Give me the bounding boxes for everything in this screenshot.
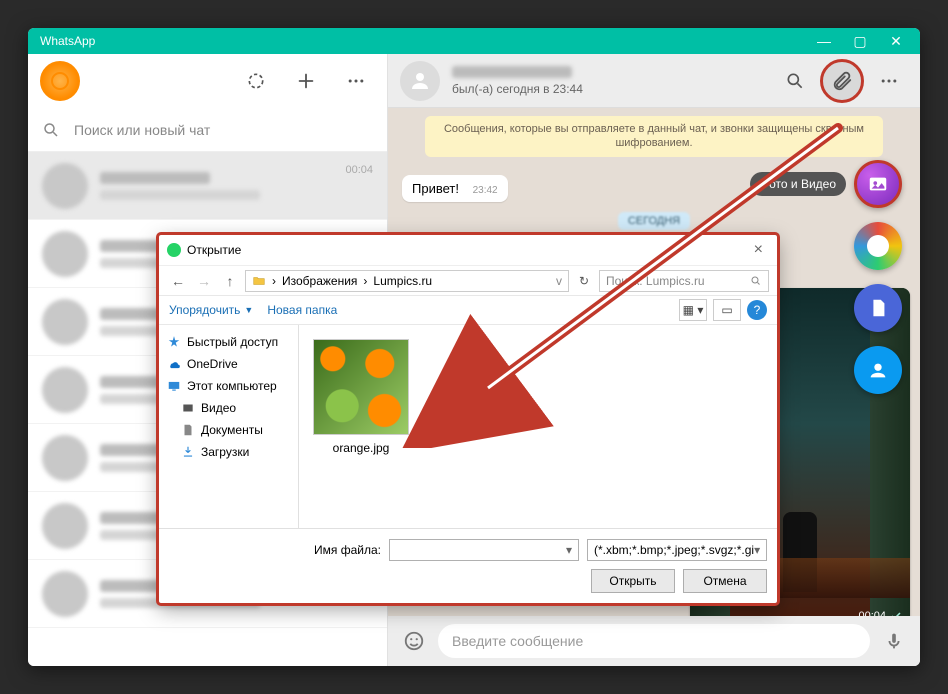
message-time: 23:42 <box>473 185 498 196</box>
last-seen: был(-а) сегодня в 23:44 <box>452 82 764 96</box>
nav-up-button[interactable]: ↑ <box>219 273 241 289</box>
refresh-button[interactable]: ↻ <box>573 274 595 288</box>
open-button[interactable]: Открыть <box>591 569 675 593</box>
file-thumbnail[interactable]: orange.jpg <box>313 339 409 455</box>
message-input-bar: Введите сообщение <box>388 616 920 666</box>
breadcrumb-bar[interactable]: › Изображения › Lumpics.ru v <box>245 270 569 292</box>
minimize-button[interactable]: — <box>806 33 842 49</box>
file-name: orange.jpg <box>313 441 409 455</box>
filetype-combo[interactable]: (*.xbm;*.bmp;*.jpeg;*.svgz;*.gi▾ <box>587 539 767 561</box>
video-duration: 00:04 <box>858 610 902 616</box>
tree-this-pc[interactable]: Этот компьютер <box>163 375 294 397</box>
dialog-search[interactable]: Поиск: Lumpics.ru <box>599 270 769 292</box>
nav-forward-button[interactable]: → <box>193 273 215 289</box>
chat-avatar <box>42 163 88 209</box>
tree-onedrive[interactable]: OneDrive <box>163 353 294 375</box>
tree-video[interactable]: Видео <box>163 397 294 419</box>
encryption-banner: Сообщения, которые вы отправляете в данн… <box>425 116 883 157</box>
message-input[interactable]: Введите сообщение <box>438 624 870 658</box>
emoji-icon[interactable] <box>400 627 428 655</box>
attach-document-button[interactable] <box>854 284 902 332</box>
titlebar: WhatsApp — ▢ ✕ <box>28 28 920 54</box>
dialog-footer: Имя файла: ▾ (*.xbm;*.bmp;*.jpeg;*.svgz;… <box>159 528 777 603</box>
chat-menu-icon[interactable] <box>870 62 908 100</box>
filename-label: Имя файла: <box>314 543 381 557</box>
tree-documents[interactable]: Документы <box>163 419 294 441</box>
folder-tree[interactable]: Быстрый доступ OneDrive Этот компьютер В… <box>159 325 299 528</box>
app-window: WhatsApp — ▢ ✕ Поиск или нов <box>28 28 920 666</box>
dialog-close-button[interactable]: × <box>748 241 769 259</box>
sidebar-search[interactable]: Поиск или новый чат <box>28 108 387 152</box>
attach-photo-tooltip: Фото и Видео <box>750 172 846 196</box>
new-folder-button[interactable]: Новая папка <box>267 303 337 317</box>
menu-icon[interactable] <box>337 62 375 100</box>
window-title: WhatsApp <box>34 34 806 48</box>
message-bubble[interactable]: Привет! 23:42 <box>402 175 508 202</box>
file-area[interactable]: orange.jpg <box>299 325 777 528</box>
nav-back-button[interactable]: ← <box>167 273 189 289</box>
mic-icon[interactable] <box>880 627 908 655</box>
search-placeholder: Поиск или новый чат <box>74 122 210 138</box>
dialog-navbar: ← → ↑ › Изображения › Lumpics.ru v ↻ Пои… <box>159 265 777 295</box>
day-separator: СЕГОДНЯ <box>618 212 690 230</box>
dialog-title: Открытие <box>187 243 241 257</box>
filename-input[interactable]: ▾ <box>389 539 579 561</box>
cancel-button[interactable]: Отмена <box>683 569 767 593</box>
thumbnail-image <box>313 339 409 435</box>
organize-menu[interactable]: Упорядочить ▼ <box>169 303 253 317</box>
attach-camera-button[interactable] <box>854 222 902 270</box>
help-button[interactable]: ? <box>747 300 767 320</box>
tree-downloads[interactable]: Загрузки <box>163 441 294 463</box>
chat-header: был(-а) сегодня в 23:44 <box>388 54 920 108</box>
new-chat-icon[interactable] <box>287 62 325 100</box>
search-in-chat-icon[interactable] <box>776 62 814 100</box>
my-avatar[interactable] <box>40 61 80 101</box>
message-input-placeholder: Введите сообщение <box>452 633 583 649</box>
dialog-titlebar: Открытие × <box>159 235 777 265</box>
whatsapp-icon <box>167 243 181 257</box>
chat-time: 00:04 <box>345 164 373 176</box>
message-text: Привет! <box>412 181 459 196</box>
dialog-toolbar: Упорядочить ▼ Новая папка ▦ ▾ ▭ ? <box>159 295 777 325</box>
maximize-button[interactable]: ▢ <box>842 33 878 50</box>
contact-name <box>452 66 572 78</box>
attach-button[interactable] <box>820 59 864 103</box>
chat-item[interactable]: 00:04 <box>28 152 387 220</box>
attach-contact-button[interactable] <box>854 346 902 394</box>
sidebar-header <box>28 54 387 108</box>
status-icon[interactable] <box>237 62 275 100</box>
view-options-button[interactable]: ▦ ▾ <box>679 299 707 321</box>
breadcrumb-root[interactable]: Изображения <box>282 274 357 288</box>
contact-avatar[interactable] <box>400 61 440 101</box>
preview-pane-button[interactable]: ▭ <box>713 299 741 321</box>
tree-quick-access[interactable]: Быстрый доступ <box>163 331 294 353</box>
dialog-search-placeholder: Поиск: Lumpics.ru <box>606 274 705 288</box>
close-button[interactable]: ✕ <box>878 33 914 50</box>
file-open-dialog: Открытие × ← → ↑ › Изображения › Lumpics… <box>158 234 778 604</box>
breadcrumb-leaf[interactable]: Lumpics.ru <box>373 274 432 288</box>
attach-photo-video-button[interactable] <box>854 160 902 208</box>
